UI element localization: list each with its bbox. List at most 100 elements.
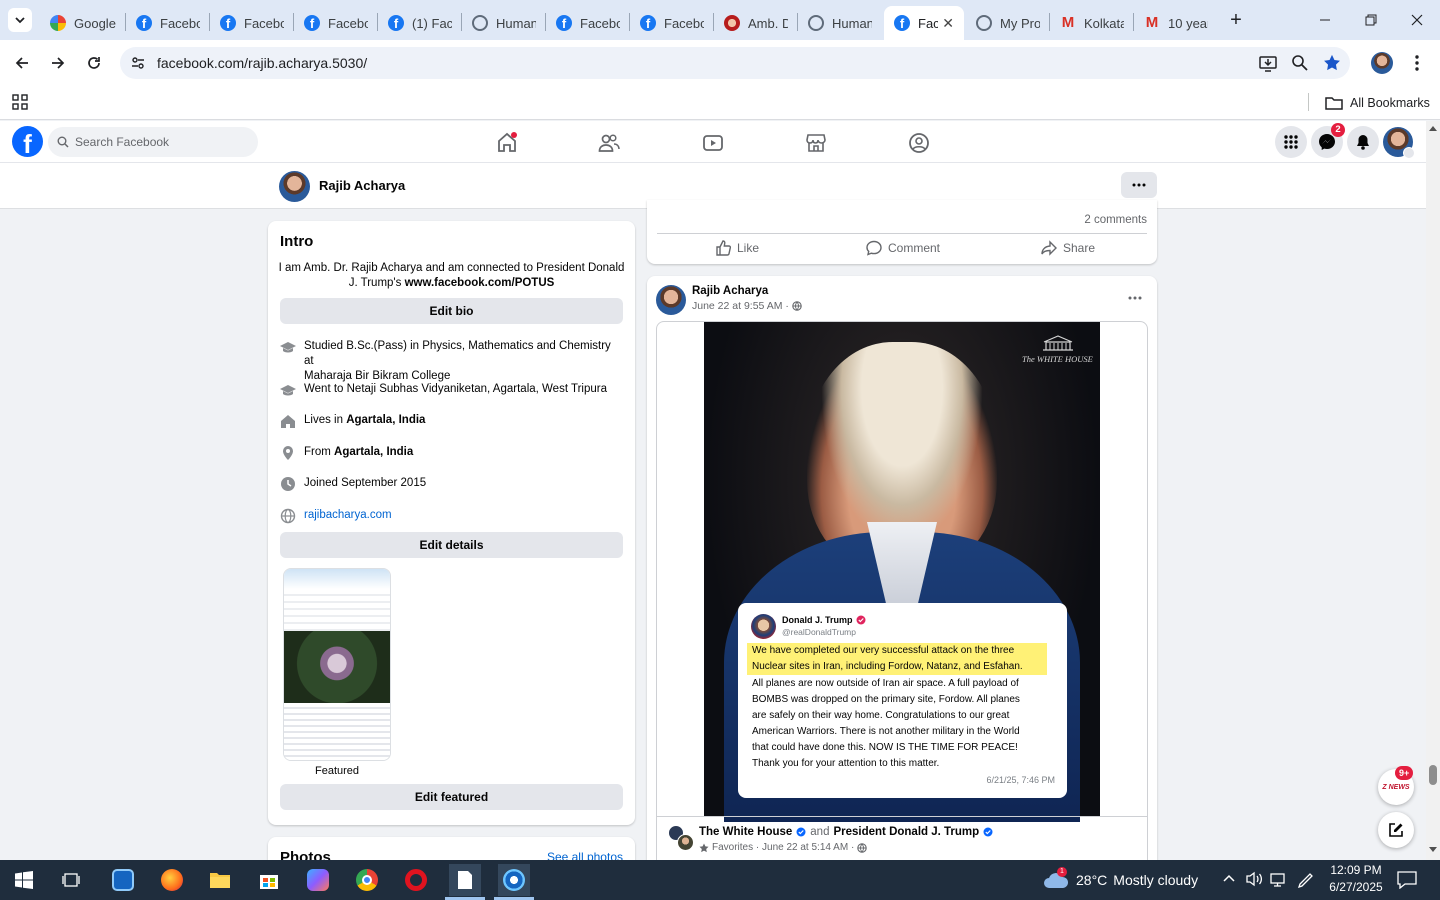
start-button[interactable] (8, 864, 40, 896)
browser-profile-avatar[interactable] (1371, 52, 1393, 74)
marketplace-icon[interactable] (805, 132, 827, 154)
facebook-logo-icon[interactable]: f (12, 126, 43, 157)
browser-tab[interactable]: M 10 years (1134, 6, 1218, 40)
browser-tab[interactable]: f Facebook (630, 6, 714, 40)
browser-tab[interactable]: Google (40, 6, 126, 40)
browser-tab[interactable]: Human (462, 6, 546, 40)
browser-tab[interactable]: Human (798, 6, 882, 40)
reload-icon (88, 57, 100, 69)
featured-thumbnail[interactable] (283, 568, 391, 761)
apps-grid-icon[interactable] (12, 94, 28, 110)
like-button[interactable]: Like (715, 240, 759, 256)
profile-header-avatar[interactable] (279, 171, 310, 202)
restore-button[interactable] (1348, 0, 1394, 40)
close-window-button[interactable] (1394, 0, 1440, 40)
taskbar-app-opera[interactable] (400, 864, 432, 896)
info-joined: Joined September 2015 (280, 476, 620, 492)
taskbar-app-chrome[interactable] (351, 864, 383, 896)
taskbar-app-store[interactable] (253, 864, 285, 896)
shared-source-avatars[interactable] (668, 825, 696, 851)
new-tab-button[interactable]: + (1224, 8, 1248, 32)
shared-meta[interactable]: Favorites · June 22 at 5:14 AM · (712, 842, 854, 853)
network-icon[interactable] (1270, 871, 1288, 887)
post-options-icon[interactable] (1128, 296, 1142, 300)
edit-featured-button[interactable]: Edit featured (280, 784, 623, 810)
from-place[interactable]: Agartala, India (334, 446, 413, 458)
comments-count[interactable]: 2 comments (1084, 214, 1147, 226)
back-button[interactable] (7, 48, 37, 78)
clock[interactable]: 12:09 PM 6/27/2025 (1325, 862, 1387, 896)
shared-source-2[interactable]: President Donald J. Trump (833, 826, 979, 838)
browser-menu-icon[interactable] (1412, 54, 1422, 72)
comment-button[interactable]: Comment (866, 240, 940, 256)
speaker-icon[interactable] (1245, 871, 1263, 887)
browser-tab[interactable]: Amb. Dr (714, 6, 798, 40)
browser-tab[interactable]: f Facebook (210, 6, 294, 40)
edit-bio-button[interactable]: Edit bio (280, 298, 623, 324)
scroll-down-icon[interactable] (1429, 847, 1437, 853)
zoom-icon[interactable] (1291, 54, 1309, 72)
post-author-avatar[interactable] (656, 285, 686, 315)
url-text[interactable]: facebook.com/rajib.acharya.5030/ (157, 55, 367, 71)
watch-video-icon[interactable] (702, 132, 724, 154)
post-image[interactable]: The WHITE HOUSE Donald J. Trump @realDon… (704, 322, 1100, 822)
tab-title: (1) Facebook (412, 15, 452, 31)
notification-center-icon[interactable] (1397, 871, 1417, 889)
browser-tab[interactable]: f Facebook (546, 6, 630, 40)
post-time[interactable]: June 22 at 9:55 AM · (692, 300, 789, 312)
tab-title: Facebook (244, 15, 284, 31)
website-link[interactable]: rajibacharya.com (304, 508, 392, 523)
info-from: From Agartala, India (280, 445, 620, 461)
facebook-search-box[interactable]: Search Facebook (48, 127, 258, 157)
browser-tab[interactable]: f Facebook (294, 6, 378, 40)
taskbar-app-copilot[interactable] (302, 864, 334, 896)
vertical-scrollbar[interactable] (1426, 121, 1440, 860)
browser-tab[interactable]: M Kolkata (1050, 6, 1134, 40)
tweet-body-line: are safely on their way home. Congratula… (752, 710, 1010, 721)
friends-icon[interactable] (598, 132, 620, 154)
tweet-timestamp: 6/21/25, 7:46 PM (986, 775, 1055, 785)
shared-source-1[interactable]: The White House (699, 826, 792, 838)
clock-time: 12:09 PM (1330, 863, 1382, 877)
new-message-button[interactable] (1378, 812, 1414, 848)
edit-details-button[interactable]: Edit details (280, 532, 623, 558)
browser-tab[interactable]: f Facebook (126, 6, 210, 40)
taskbar-app-browser[interactable] (498, 864, 530, 896)
tab-title: Google (74, 15, 116, 31)
forward-button[interactable] (43, 48, 73, 78)
share-button[interactable]: Share (1041, 240, 1095, 256)
taskbar-app-remote[interactable] (107, 864, 139, 896)
pen-icon[interactable] (1297, 871, 1315, 889)
thumbs-up-icon (716, 240, 731, 256)
bookmark-star-icon[interactable] (1323, 54, 1341, 72)
taskbar-app-firefox[interactable] (156, 864, 188, 896)
bio-link[interactable]: www.facebook.com/POTUS (405, 277, 555, 289)
browser-tab[interactable]: f (1) Facebook (378, 6, 462, 40)
task-view-button[interactable] (55, 864, 87, 896)
post-author-name[interactable]: Rajib Acharya (692, 285, 768, 297)
chevron-up-icon[interactable] (1223, 874, 1235, 882)
install-app-icon[interactable] (1259, 54, 1277, 72)
google-icon (50, 15, 66, 31)
scroll-up-icon[interactable] (1429, 125, 1437, 131)
browser-tab[interactable]: My Profile (966, 6, 1050, 40)
profile-more-button[interactable] (1121, 172, 1157, 198)
browser-tab[interactable]: f Facebook✕ (884, 6, 964, 40)
lives-place[interactable]: Agartala, India (346, 414, 425, 426)
menu-button[interactable] (1275, 126, 1307, 158)
gaming-icon[interactable] (908, 132, 930, 154)
taskbar-app-explorer[interactable] (204, 864, 236, 896)
verified-icon (796, 827, 806, 837)
minimize-button[interactable] (1302, 0, 1348, 40)
site-info-icon[interactable] (130, 55, 146, 71)
home-icon[interactable] (496, 131, 518, 153)
profile-header-name[interactable]: Rajib Acharya (319, 178, 405, 193)
featured-thumb-image (284, 631, 390, 703)
scrollbar-thumb[interactable] (1429, 765, 1437, 785)
tab-search-button[interactable] (8, 8, 32, 32)
taskbar-app-notepad[interactable] (449, 864, 481, 896)
notifications-button[interactable] (1347, 126, 1379, 158)
all-bookmarks-button[interactable]: All Bookmarks (1325, 92, 1430, 114)
close-tab-icon[interactable]: ✕ (942, 15, 954, 32)
reload-button[interactable] (79, 48, 109, 78)
